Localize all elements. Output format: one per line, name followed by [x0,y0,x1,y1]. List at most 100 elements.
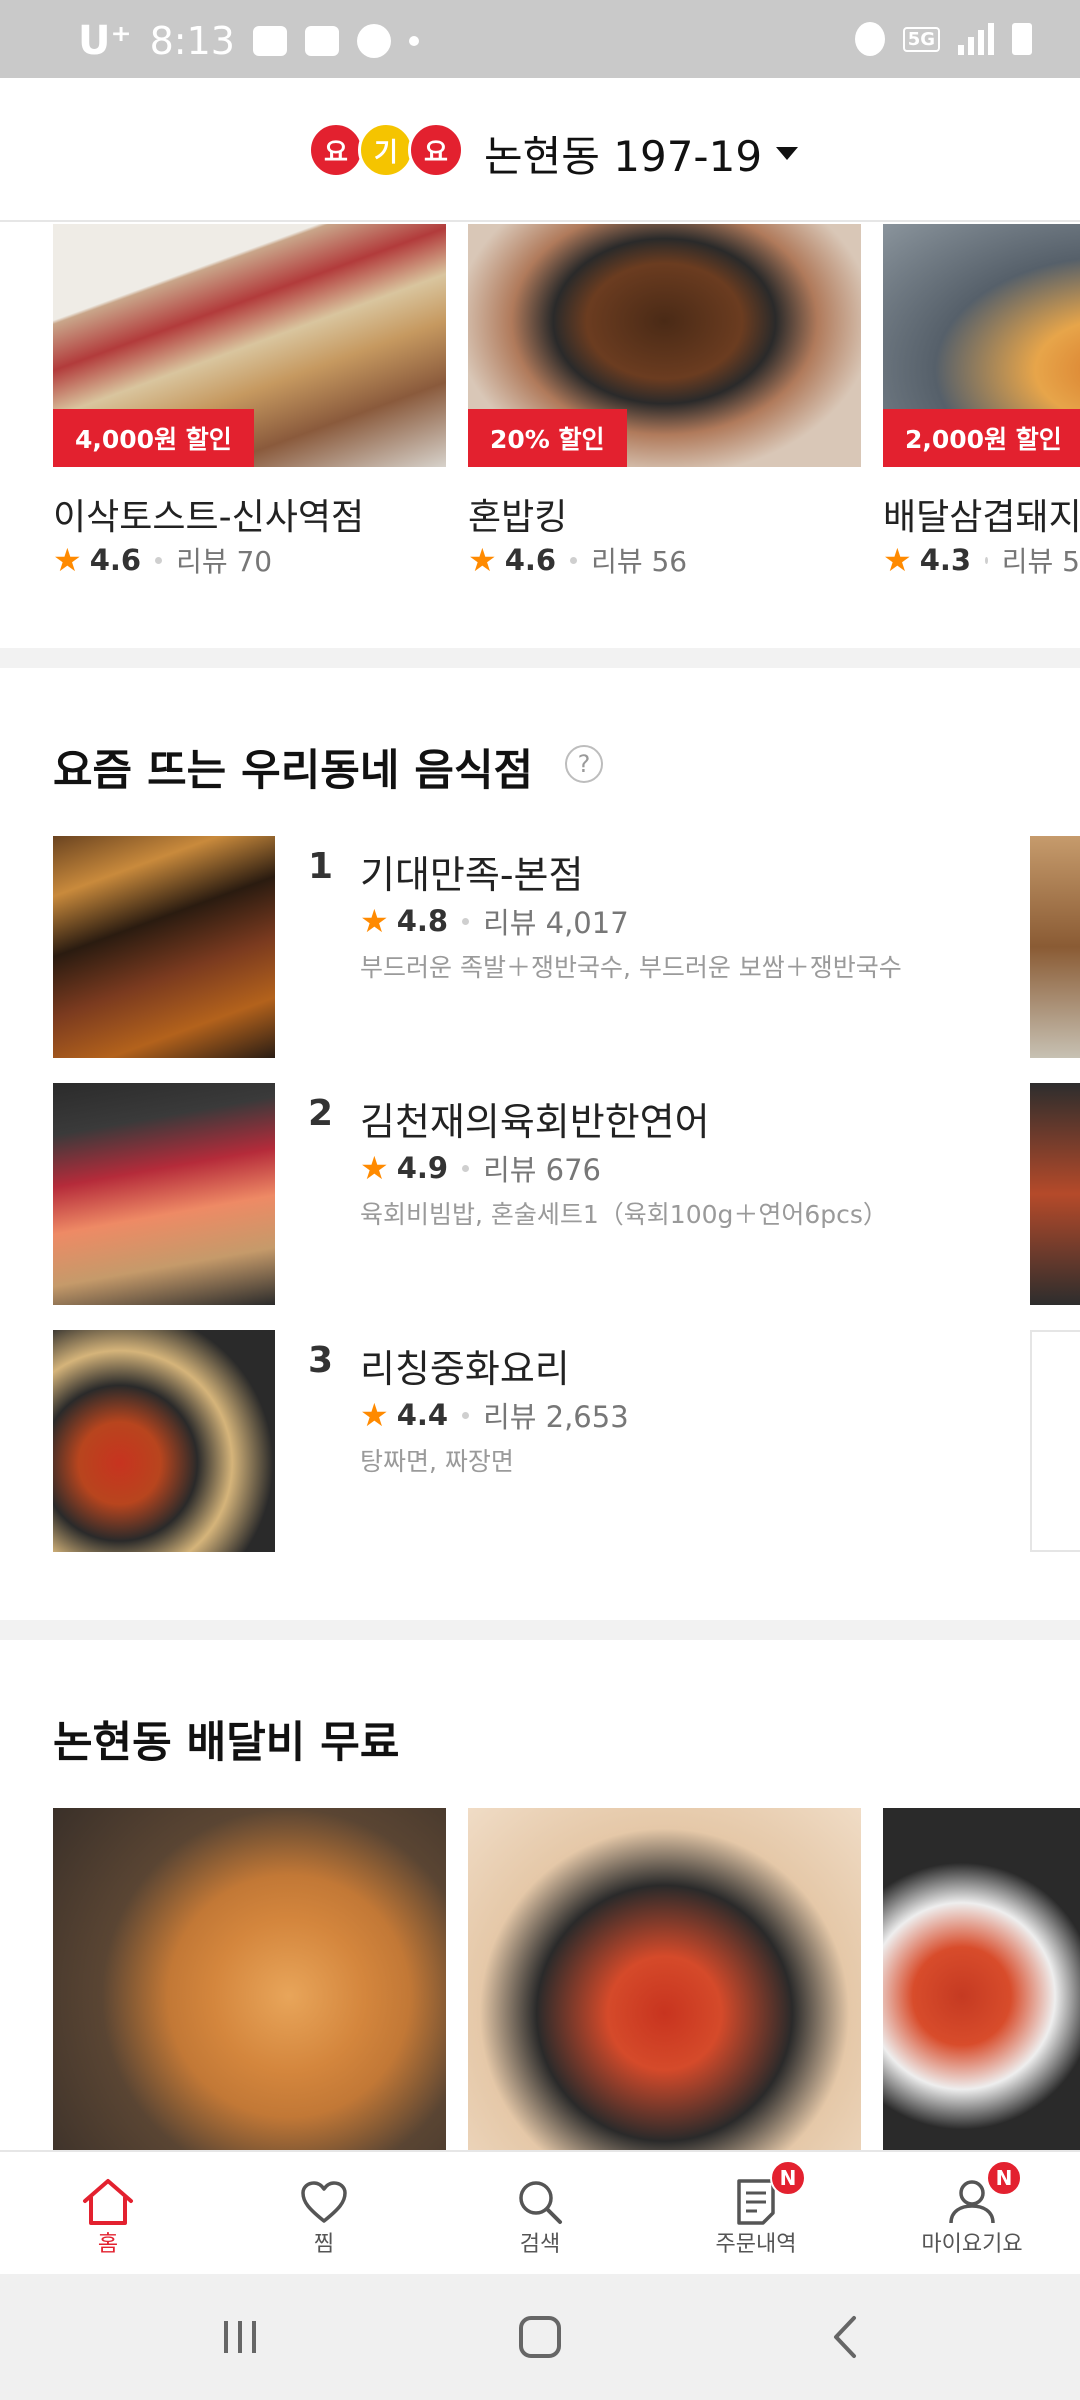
ranking-item[interactable]: 3 리칭중화요리 ★ 4.4 리뷰 2,653 탕짜면, 짜장면 [53,1330,1080,1552]
help-icon[interactable]: ? [565,745,603,783]
restaurant-image[interactable] [468,1808,861,2150]
separator-dot [462,917,470,925]
restaurant-meta: ★ 4.9 리뷰 676 [360,1147,601,1189]
rank-number: 2 [308,1093,334,1134]
app-notification-icon [356,24,391,58]
ranking-item[interactable]: 2 김천재의육회반한연어 ★ 4.9 리뷰 676 육회비빔밥, 혼술세트1（육… [53,1083,1080,1305]
star-icon: ★ [360,1396,389,1434]
restaurant-name: 혼밥킹 [468,497,568,538]
caret-down-icon [776,147,799,160]
rating-value: 4.3 [919,543,972,577]
menu-summary: 부드러운 족발＋쟁반국수, 부드러운 보쌈＋쟁반국수 [360,953,902,982]
restaurant-image[interactable] [53,1808,446,2150]
new-badge: N [770,2160,806,2196]
restaurant-image [53,836,275,1058]
review-count: 리뷰 4,017 [483,906,629,940]
rating-value: 4.4 [396,1398,449,1432]
separator-dot [462,1164,470,1172]
section-divider [0,648,1080,668]
bottom-navigation: 홈 찜 검색 N 주문내역 N 마이요기요 [0,2150,1080,2274]
back-button[interactable] [815,2312,875,2362]
app-header: 요 기 요 논현동 197-19 [0,78,1080,222]
logo-char: 요 [408,122,464,178]
review-count: 리뷰 56 [591,545,688,578]
restaurant-meta: ★ 4.8 리뷰 4,017 [360,900,629,942]
review-count: 리뷰 5 [1001,545,1080,578]
review-count: 리뷰 70 [176,545,273,578]
new-badge: N [986,2160,1022,2196]
star-icon: ★ [468,541,497,579]
star-icon: ★ [53,541,82,579]
restaurant-meta: ★ 4.3 리뷰 5 [883,540,1080,580]
recent-apps-button[interactable] [210,2312,270,2362]
restaurant-image [53,1083,275,1305]
star-icon: ★ [360,902,389,940]
next-page-preview-image [1030,1330,1080,1552]
rating-value: 4.6 [89,543,142,577]
star-icon: ★ [883,541,912,579]
separator-dot [155,556,163,564]
menu-summary: 육회비빔밥, 혼술세트1（육회100g＋연어6pcs） [360,1200,888,1229]
nav-label: 마이요기요 [921,2232,1023,2257]
restaurant-name: 배달삼겹돼지 [883,497,1080,538]
nav-label: 홈 [97,2232,119,2257]
discount-badge: 20% 할인 [468,409,627,467]
address-selector[interactable]: 논현동 197-19 [484,123,799,184]
free-delivery-section-title: 논현동 배달비 무료 [53,1718,400,1768]
carrier-label: U⁺ [78,18,132,64]
discount-badge: 4,000원 할인 [53,409,254,467]
ranking-item[interactable]: 1 기대만족-본점 ★ 4.8 리뷰 4,017 부드러운 족발＋쟁반국수, 부… [53,836,1080,1058]
nav-label: 주문내역 [715,2232,797,2257]
restaurant-name: 이삭토스트-신사역점 [53,497,365,538]
section-divider [0,1620,1080,1640]
popular-section-title: 요즘 뜨는 우리동네 음식점 [53,746,534,796]
battery-icon [1012,23,1032,55]
separator-dot [462,1411,470,1419]
rating-value: 4.8 [396,904,449,938]
rating-value: 4.9 [396,1151,449,1185]
nav-label: 검색 [519,2232,561,2257]
nav-search[interactable]: 검색 [432,2152,648,2274]
restaurant-name: 김천재의육회반한연어 [360,1100,710,1144]
restaurant-meta: ★ 4.6 리뷰 70 [53,540,272,580]
nav-label: 찜 [313,2232,335,2257]
menu-summary: 탕짜면, 짜장면 [360,1447,514,1476]
separator-dot [985,556,988,564]
search-icon [512,2174,568,2230]
next-page-preview-image [1030,1083,1080,1305]
restaurant-image: 20% 할인 [468,224,861,467]
more-notifications-icon [408,36,419,46]
rank-number: 3 [308,1340,334,1381]
network-type-label: 5G [902,26,940,52]
review-count: 리뷰 2,653 [483,1400,629,1434]
logo-char: 기 [358,122,414,178]
nav-favorites[interactable]: 찜 [216,2152,432,2274]
restaurant-image [53,1330,275,1552]
restaurant-meta: ★ 4.4 리뷰 2,653 [360,1394,629,1436]
restaurant-name: 리칭중화요리 [360,1347,570,1391]
mail-notification-icon [252,26,287,56]
restaurant-image[interactable] [883,1808,1080,2150]
restaurant-image: 2,000원 할인 [883,224,1080,467]
restaurant-meta: ★ 4.6 리뷰 56 [468,540,687,580]
review-count: 리뷰 676 [483,1153,601,1187]
status-bar: U⁺ 8:13 5G [0,0,1080,78]
system-navigation-bar [0,2274,1080,2400]
nav-orders[interactable]: N 주문내역 [648,2152,864,2274]
rating-value: 4.6 [504,543,557,577]
nav-my-yogiyo[interactable]: N 마이요기요 [864,2152,1080,2274]
alarm-icon [854,22,885,56]
restaurant-image: 4,000원 할인 [53,224,446,467]
star-icon: ★ [360,1149,389,1187]
clock: 8:13 [149,19,235,63]
restaurant-name: 기대만족-본점 [360,853,584,897]
yogiyo-logo[interactable]: 요 기 요 [308,122,464,178]
chat-notification-icon [304,26,339,56]
nav-home[interactable]: 홈 [0,2152,216,2274]
home-icon [80,2174,136,2230]
discount-badge: 2,000원 할인 [883,409,1080,467]
next-page-preview-image [1030,836,1080,1058]
rank-number: 1 [308,846,334,887]
home-button[interactable] [510,2312,570,2362]
signal-icon [958,23,994,55]
